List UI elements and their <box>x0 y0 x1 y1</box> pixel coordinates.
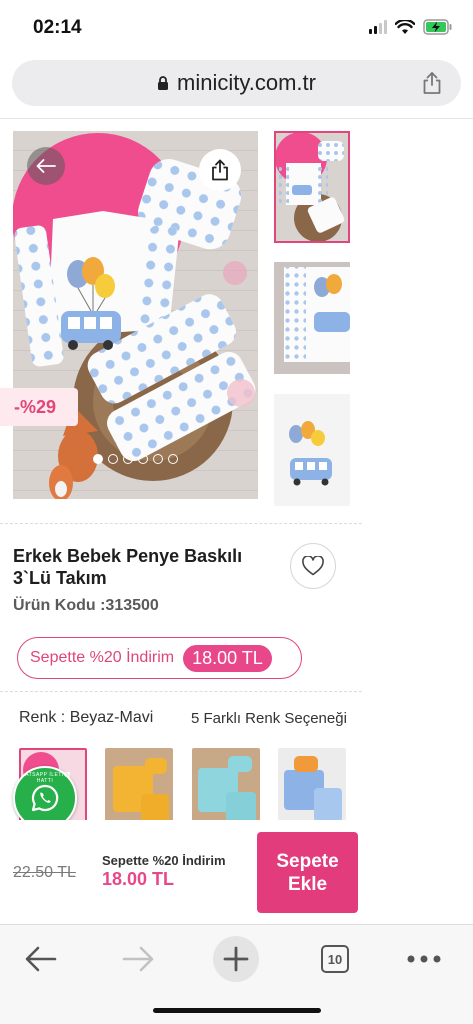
pagination-dot[interactable] <box>123 454 133 464</box>
lock-icon <box>158 75 169 90</box>
thumbnail-image <box>274 394 350 506</box>
wifi-icon <box>395 19 415 34</box>
plus-icon <box>213 936 259 982</box>
address-bar[interactable]: minicity.com.tr <box>12 60 461 106</box>
tabs-button[interactable]: 10 <box>311 935 359 983</box>
thumbnail-image <box>276 133 348 241</box>
discount-badge: -%29 <box>0 388 78 426</box>
home-indicator <box>153 1008 321 1013</box>
more-icon <box>407 955 441 963</box>
status-icons <box>369 19 453 35</box>
new-tab-button[interactable] <box>212 935 260 983</box>
url-text: minicity.com.tr <box>177 70 316 95</box>
purchase-bar: 22.50 TL Sepette %20 İndirim 18.00 TL Se… <box>0 820 370 924</box>
back-button[interactable] <box>17 935 65 983</box>
image-pagination-dots[interactable] <box>93 454 178 464</box>
color-variant-yellow[interactable] <box>105 748 173 826</box>
variant-image <box>278 748 346 826</box>
forward-button[interactable] <box>114 935 162 983</box>
arrow-left-icon <box>36 159 56 173</box>
product-thumbnail[interactable] <box>274 262 350 374</box>
section-divider <box>0 691 362 692</box>
product-share-button[interactable] <box>199 149 241 191</box>
image-back-button[interactable] <box>27 147 65 185</box>
bar-promo-price: 18.00 TL <box>102 869 175 889</box>
variant-image <box>105 748 173 826</box>
whatsapp-icon <box>31 784 59 812</box>
bar-promo-label: Sepette %20 İndirim <box>102 853 226 868</box>
cellular-signal-icon <box>369 20 387 34</box>
tab-count: 10 <box>321 945 349 973</box>
battery-charging-icon <box>423 19 452 35</box>
more-menu-button[interactable] <box>400 935 448 983</box>
selected-color-label: Renk : Beyaz-Mavi <box>19 709 154 726</box>
color-variant-turquoise[interactable] <box>192 748 260 826</box>
pagination-dot[interactable] <box>153 454 163 464</box>
thumbnail-image <box>274 262 350 374</box>
pagination-dot[interactable] <box>108 454 118 464</box>
share-icon[interactable] <box>421 71 443 95</box>
color-variant-blue-orange[interactable] <box>278 748 346 826</box>
arrow-left-icon <box>25 946 57 972</box>
share-icon <box>212 159 228 181</box>
promo-text: Sepette %20 İndirim <box>30 649 175 666</box>
add-to-cart-button[interactable]: Sepete Ekle <box>257 832 358 913</box>
heart-icon <box>302 556 324 576</box>
old-price: 22.50 TL <box>13 864 76 881</box>
status-bar: 02:14 <box>0 0 473 56</box>
product-title: Erkek Bebek Penye Baskılı 3`Lü Takım <box>13 546 243 588</box>
product-main-image[interactable] <box>13 131 258 499</box>
arrow-right-icon <box>122 946 154 972</box>
product-thumbnail[interactable] <box>274 131 350 243</box>
pagination-dot[interactable] <box>93 454 103 464</box>
promo-price: 18.00 TL <box>183 644 272 672</box>
color-options-count: 5 Farklı Renk Seçeneği <box>191 710 347 727</box>
cart-discount-pill: Sepette %20 İndirim 18.00 TL <box>17 637 302 679</box>
pagination-dot[interactable] <box>138 454 148 464</box>
header-divider <box>0 118 473 119</box>
variant-image <box>192 748 260 826</box>
status-time: 02:14 <box>33 17 82 38</box>
favorite-button[interactable] <box>290 543 336 589</box>
whatsapp-label: WHATSAPP İLETİŞİM HATTI <box>15 772 75 784</box>
product-code: Ürün Kodu :313500 <box>13 597 159 614</box>
pagination-dot[interactable] <box>168 454 178 464</box>
section-divider <box>0 523 362 524</box>
product-thumbnail[interactable] <box>274 394 350 506</box>
